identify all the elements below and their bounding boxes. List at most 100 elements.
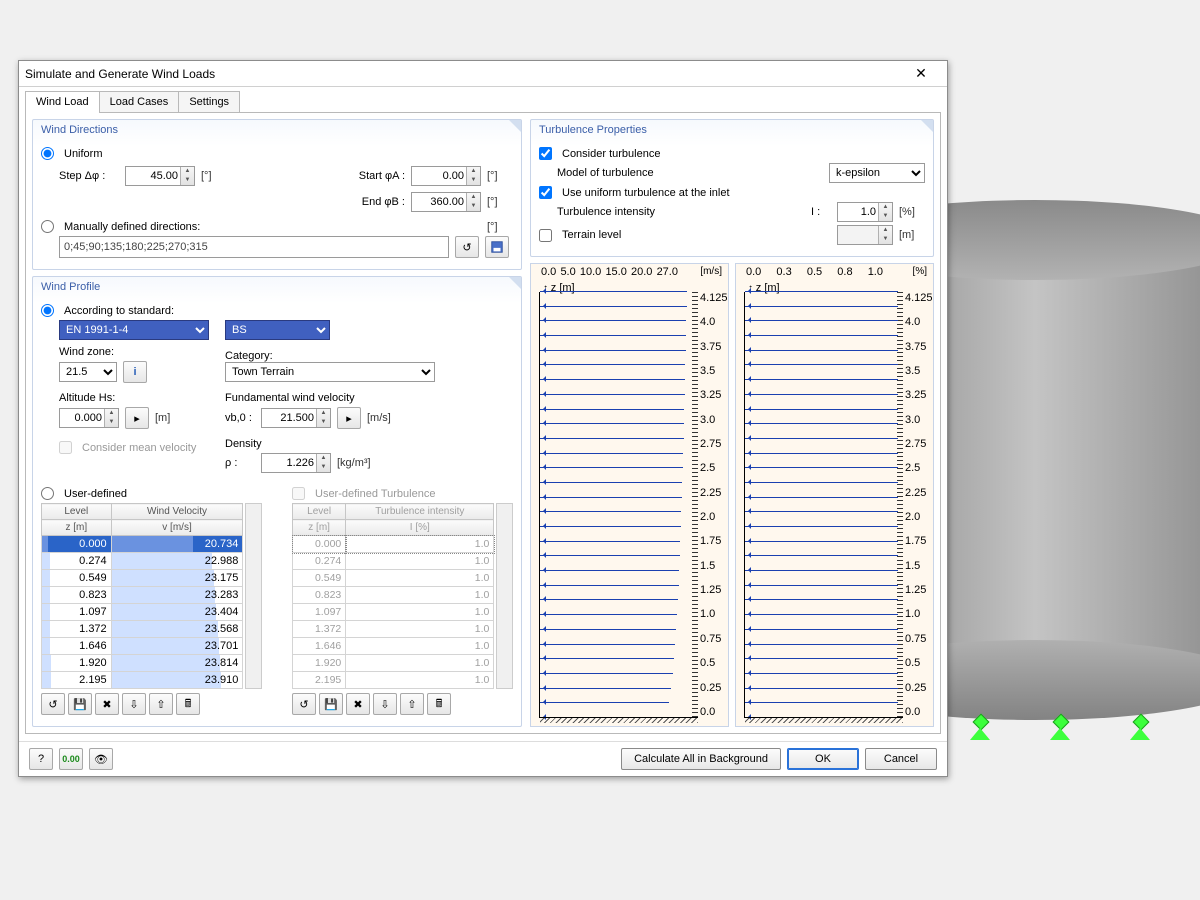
label-turb-intensity: Turbulence intensity — [557, 206, 805, 218]
label-vb0: vb,0 : — [225, 412, 255, 424]
tab-wind-load[interactable]: Wind Load — [25, 91, 100, 113]
tab-load-cases[interactable]: Load Cases — [99, 91, 180, 113]
label-I: I : — [811, 206, 831, 218]
window-title: Simulate and Generate Wind Loads — [25, 67, 215, 81]
label-consider-turbulence: Consider turbulence — [562, 148, 660, 160]
revert-icon[interactable]: ↺ — [292, 693, 316, 715]
unit-turb-intensity: [%] — [899, 206, 925, 218]
info-icon-button[interactable]: i — [123, 361, 147, 383]
tab-strip: Wind Load Load Cases Settings — [19, 87, 947, 113]
input-vb0[interactable] — [261, 408, 331, 428]
save-icon[interactable]: 💾 — [68, 693, 92, 715]
calculate-background-button[interactable]: Calculate All in Background — [621, 748, 781, 770]
input-turb-intensity[interactable] — [837, 202, 893, 222]
select-turb-model[interactable]: k-epsilon — [829, 163, 925, 183]
table-row[interactable]: 0.27422.988 — [42, 553, 243, 570]
radio-manual[interactable] — [41, 220, 54, 233]
label-user-defined: User-defined — [64, 488, 127, 500]
table-row[interactable]: 2.19523.910 — [42, 672, 243, 689]
radio-uniform[interactable] — [41, 147, 54, 160]
input-end[interactable] — [411, 192, 481, 212]
altitude-play-icon[interactable]: ▸ — [125, 407, 149, 429]
label-terrain-level: Terrain level — [562, 229, 831, 241]
preview-icon-button[interactable]: 👁 — [89, 748, 113, 770]
toolbar-turbulence-table: ↺ 💾 ✖ ⇩ ⇧ 🖩 — [292, 693, 513, 715]
toolbar-velocity-table: ↺ 💾 ✖ ⇩ ⇧ 🖩 — [41, 693, 262, 715]
check-consider-turbulence[interactable] — [539, 147, 552, 160]
export-icon[interactable]: ⇧ — [149, 693, 173, 715]
input-step[interactable] — [125, 166, 195, 186]
scrollbar-turbulence-table[interactable] — [496, 503, 513, 689]
vb-play-icon[interactable]: ▸ — [337, 407, 361, 429]
select-national-annex[interactable]: BS — [225, 320, 330, 340]
export-icon[interactable]: ⇧ — [400, 693, 424, 715]
table-row[interactable]: 0.54923.175 — [42, 570, 243, 587]
table-row[interactable]: 0.00020.734 — [42, 536, 243, 553]
unit-step: [°] — [201, 170, 227, 182]
import-icon[interactable]: ⇩ — [122, 693, 146, 715]
chart-vel-xunit: [m/s] — [700, 266, 722, 277]
label-category: Category: — [225, 350, 273, 362]
table-row: 0.8231.0 — [293, 587, 494, 604]
titlebar[interactable]: Simulate and Generate Wind Loads ✕ — [19, 61, 947, 87]
label-end: End φB : — [345, 196, 405, 208]
table-row[interactable]: 1.92023.814 — [42, 655, 243, 672]
select-standard[interactable]: EN 1991-1-4 — [59, 320, 209, 340]
label-mean-velocity: Consider mean velocity — [82, 442, 196, 454]
input-start[interactable] — [411, 166, 481, 186]
label-altitude: Altitude Hs: — [59, 392, 115, 404]
table-row[interactable]: 0.82323.283 — [42, 587, 243, 604]
delete-row-icon[interactable]: ✖ — [95, 693, 119, 715]
chart-turbulence-intensity: 0.00.30.50.81.0 [%] ↑ z [m] 0.00.250.50.… — [735, 263, 934, 727]
revert-icon[interactable]: ↺ — [41, 693, 65, 715]
check-user-defined-turbulence — [292, 487, 305, 500]
scrollbar-velocity-table[interactable] — [245, 503, 262, 689]
group-title-wind-profile: Wind Profile — [41, 281, 100, 293]
tab-settings[interactable]: Settings — [178, 91, 240, 113]
group-title-turbulence: Turbulence Properties — [539, 124, 647, 136]
help-icon-button[interactable]: ? — [29, 748, 53, 770]
input-altitude[interactable] — [59, 408, 119, 428]
unit-rho: [kg/m³] — [337, 457, 387, 469]
group-wind-directions: Wind Directions Uniform Step Δφ : [°] St… — [32, 119, 522, 270]
table-row: 1.9201.0 — [293, 655, 494, 672]
unit-start: [°] — [487, 170, 513, 182]
revert-icon-button[interactable]: ↺ — [455, 236, 479, 258]
table-turbulence: LevelTurbulence intensity z [m]I [%] 0.0… — [292, 503, 494, 689]
delete-row-icon[interactable]: ✖ — [346, 693, 370, 715]
table-row[interactable]: 1.64623.701 — [42, 638, 243, 655]
select-category[interactable]: Town Terrain — [225, 362, 435, 382]
label-wind-zone: Wind zone: — [59, 346, 114, 358]
label-fundamental-velocity: Fundamental wind velocity — [225, 392, 355, 404]
cancel-button[interactable]: Cancel — [865, 748, 937, 770]
save-icon[interactable]: 💾 — [319, 693, 343, 715]
label-according-standard: According to standard: — [64, 305, 174, 317]
input-manual-directions[interactable] — [59, 236, 449, 258]
table-row: 0.0001.0 — [293, 536, 494, 553]
import-icon[interactable]: ⇩ — [373, 693, 397, 715]
group-wind-profile: Wind Profile According to standard: EN 1… — [32, 276, 522, 727]
unit-altitude: [m] — [155, 412, 181, 424]
group-turbulence-properties: Turbulence Properties Consider turbulenc… — [530, 119, 934, 257]
calculator-icon[interactable]: 🖩 — [427, 693, 451, 715]
input-rho[interactable] — [261, 453, 331, 473]
ok-button[interactable]: OK — [787, 748, 859, 770]
table-row[interactable]: 1.37223.568 — [42, 621, 243, 638]
units-icon-button[interactable]: 0.00 — [59, 748, 83, 770]
select-wind-zone[interactable]: 21.5 — [59, 362, 117, 382]
check-uniform-inlet[interactable] — [539, 186, 552, 199]
radio-user-defined[interactable] — [41, 487, 54, 500]
label-step: Step Δφ : — [59, 170, 119, 182]
calculator-icon[interactable]: 🖩 — [176, 693, 200, 715]
table-row: 1.3721.0 — [293, 621, 494, 638]
check-mean-velocity — [59, 441, 72, 454]
close-button[interactable]: ✕ — [901, 64, 941, 84]
table-row[interactable]: 1.09723.404 — [42, 604, 243, 621]
chart-turb-xunit: [%] — [913, 266, 927, 277]
radio-according-standard[interactable] — [41, 304, 54, 317]
save-icon-button[interactable] — [485, 236, 509, 258]
check-terrain-level[interactable] — [539, 229, 552, 242]
unit-terrain-level: [m] — [899, 229, 925, 241]
table-row: 1.6461.0 — [293, 638, 494, 655]
table-wind-velocity[interactable]: LevelWind Velocity z [m]v [m/s] 0.00020.… — [41, 503, 243, 689]
